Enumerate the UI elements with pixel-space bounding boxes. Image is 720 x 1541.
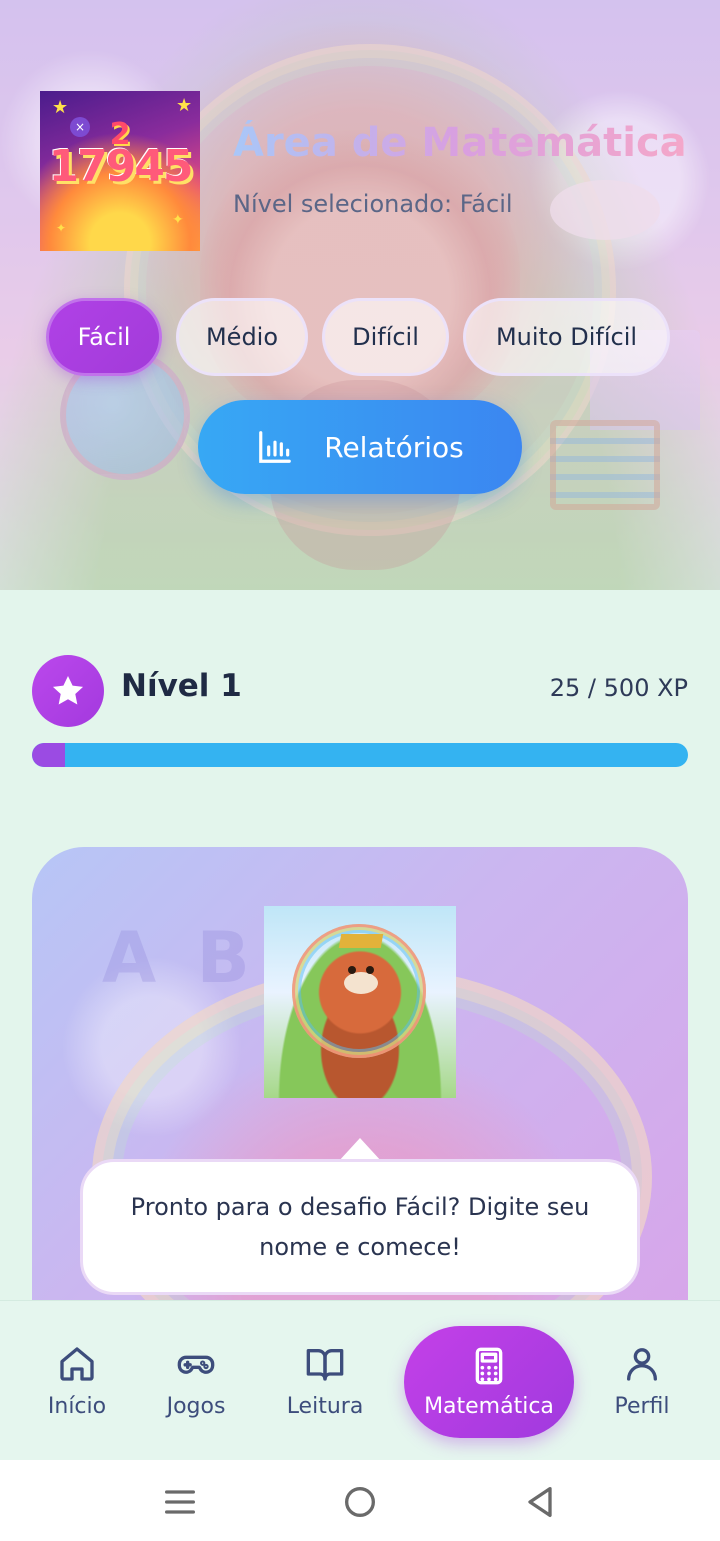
level-badge (32, 655, 104, 727)
back-triangle-icon[interactable] (520, 1482, 560, 1522)
star-icon: ✦ (172, 212, 184, 228)
reports-button-label: Relatórios (324, 430, 464, 464)
user-icon (627, 1347, 657, 1381)
menu-icon[interactable] (160, 1482, 200, 1522)
nav-label: Início (47, 1393, 107, 1419)
home-icon (60, 1346, 94, 1381)
bottom-navigation: Início Jogos Leitura Matemática Perfil (0, 1300, 720, 1460)
gamepad-icon (177, 1355, 215, 1374)
star-icon: ★ (176, 95, 193, 116)
nav-label: Matemática (424, 1393, 554, 1419)
graduation-cap-icon (338, 934, 384, 948)
xp-progress-bar (32, 743, 688, 767)
home-circle-icon[interactable] (340, 1482, 380, 1522)
xp-counter: 25 / 500 XP (549, 674, 688, 702)
tab-dificil[interactable]: Difícil (322, 298, 449, 376)
bar-chart-icon (259, 431, 292, 463)
nav-item-leitura[interactable]: Leitura (275, 1301, 375, 1461)
tab-muito-dificil[interactable]: Muito Difícil (463, 298, 670, 376)
nav-label: Jogos (166, 1393, 226, 1419)
star-icon (52, 675, 84, 705)
hero-banner (0, 0, 720, 590)
level-label: Nível 1 (121, 668, 242, 704)
star-icon: ★ (52, 97, 69, 118)
star-icon: ✦ (56, 221, 67, 235)
system-navigation-bar (0, 1460, 720, 1541)
calculator-icon (475, 1347, 503, 1384)
book-open-icon (306, 1348, 344, 1381)
challenge-message: Pronto para o desafio Fácil? Digite seu … (80, 1159, 640, 1295)
nav-item-matematica[interactable]: Matemática (404, 1326, 574, 1438)
app-icon-number: 17945 (48, 141, 193, 192)
nav-label: Perfil (614, 1393, 670, 1419)
nav-label: Leitura (286, 1393, 364, 1419)
page-title: Área de Matemática (233, 120, 687, 166)
xp-progress-fill (32, 743, 65, 767)
tab-facil[interactable]: Fácil (46, 298, 162, 376)
mascot-image (264, 906, 456, 1098)
nav-item-inicio[interactable]: Início (27, 1301, 127, 1461)
reports-button[interactable]: Relatórios (198, 400, 522, 494)
nav-item-jogos[interactable]: Jogos (146, 1301, 246, 1461)
selected-level-text: Nível selecionado: Fácil (233, 190, 513, 218)
nav-item-perfil[interactable]: Perfil (592, 1301, 692, 1461)
tab-medio[interactable]: Médio (176, 298, 308, 376)
math-app-icon: × ★ ★ ✦ ✦ 2 17945 (40, 91, 200, 251)
